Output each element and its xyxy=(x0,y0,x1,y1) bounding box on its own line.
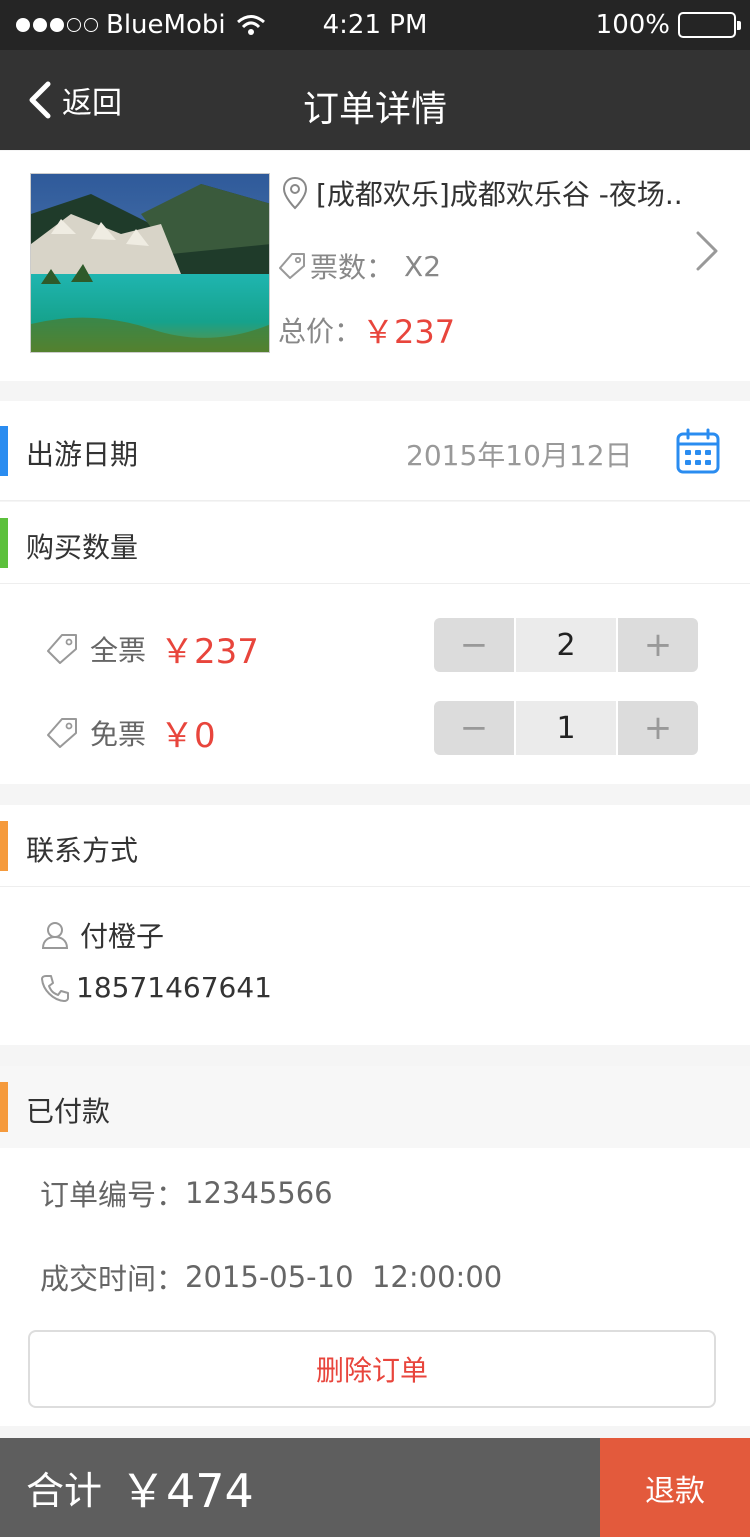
product-card[interactable]: [成都欢乐]成都欢乐谷 -夜场... 票数： X2 总价： ￥237 xyxy=(0,151,750,381)
tickets-label: 票数： xyxy=(310,251,395,284)
section-marker xyxy=(0,1082,8,1132)
deal-time-row: 成交时间： 2015-05-10 12:00:00 xyxy=(40,1256,502,1298)
quantity-list: 全票 ￥237 − 2 + 免票 ￥0 − 1 + xyxy=(0,584,750,784)
product-image xyxy=(30,173,270,353)
trip-date-label: 出游日期 xyxy=(26,438,139,471)
bottom-bar: 合计 ￥474 退款 xyxy=(0,1438,750,1537)
ticket-type-price: ￥237 xyxy=(160,632,259,672)
page-title: 订单详情 xyxy=(302,89,447,130)
section-marker xyxy=(0,426,8,476)
refund-button[interactable]: 退款 xyxy=(600,1438,750,1537)
contact-phone: 18571467641 xyxy=(76,971,272,1004)
grand-total-value: ￥474 xyxy=(120,1463,254,1518)
user-icon xyxy=(41,922,69,949)
order-number-label: 订单编号： xyxy=(40,1178,186,1212)
payment-status-label: 已付款 xyxy=(26,1095,111,1128)
tag-icon xyxy=(47,717,77,748)
trip-date-row[interactable]: 出游日期 2015年10月12日 xyxy=(0,401,750,501)
total-price-value: ￥237 xyxy=(362,313,456,351)
total-bar: 合计 ￥474 xyxy=(0,1438,600,1537)
ticket-type-name: 免票 xyxy=(90,717,147,751)
quantity-stepper[interactable]: − 1 + xyxy=(434,701,698,755)
section-marker xyxy=(0,518,8,568)
total-price-label: 总价： xyxy=(278,315,363,348)
deal-time-label: 成交时间： xyxy=(40,1262,186,1296)
quantity-value[interactable]: 1 xyxy=(516,701,616,755)
order-number-value: 12345566 xyxy=(185,1176,333,1210)
deal-time-value: 2015-05-10 12:00:00 xyxy=(185,1260,503,1294)
phone-icon xyxy=(41,974,69,1002)
contact-label: 联系方式 xyxy=(26,834,139,867)
contact-name-row: 付橙子 xyxy=(40,915,164,955)
ticket-type-price: ￥0 xyxy=(160,716,216,756)
payment-header: 已付款 xyxy=(0,1066,750,1148)
calendar-icon[interactable] xyxy=(676,428,720,474)
battery-percent: 100% xyxy=(595,10,670,40)
trip-date-value: 2015年10月12日 xyxy=(406,439,633,472)
decrement-button[interactable]: − xyxy=(434,618,514,672)
ticket-count-row: 票数： X2 xyxy=(278,246,441,286)
ticket-type-row: 全票 ￥237 xyxy=(46,624,259,673)
chevron-right-icon xyxy=(696,231,718,271)
contact-phone-row: 18571467641 xyxy=(40,971,272,1004)
quantity-value[interactable]: 2 xyxy=(516,618,616,672)
quantity-label: 购买数量 xyxy=(26,531,139,564)
contact-info: 付橙子 18571467641 xyxy=(0,887,750,1045)
decrement-button[interactable]: − xyxy=(434,701,514,755)
status-bar: BlueMobi 4:21 PM 100% xyxy=(0,0,750,50)
battery-icon xyxy=(678,12,741,38)
quantity-header: 购买数量 xyxy=(0,502,750,584)
delete-order-button[interactable]: 删除订单 xyxy=(28,1330,716,1408)
product-name: [成都欢乐]成都欢乐谷 -夜场... xyxy=(316,178,682,211)
grand-total-label: 合计 xyxy=(26,1469,103,1513)
increment-button[interactable]: + xyxy=(618,618,698,672)
increment-button[interactable]: + xyxy=(618,701,698,755)
section-marker xyxy=(0,821,8,871)
contact-name: 付橙子 xyxy=(80,920,165,953)
order-number-row: 订单编号： 12345566 xyxy=(40,1172,333,1214)
product-name-row: [成都欢乐]成都欢乐谷 -夜场... xyxy=(282,173,682,213)
nav-bar: 返回 订单详情 xyxy=(0,50,750,150)
total-price-row: 总价： ￥237 xyxy=(278,307,455,353)
tag-icon xyxy=(279,253,305,279)
order-info: 订单编号： 12345566 成交时间： 2015-05-10 12:00:00… xyxy=(0,1148,750,1426)
ticket-type-name: 全票 xyxy=(90,633,147,667)
tickets-value: X2 xyxy=(404,249,442,283)
location-pin-icon xyxy=(282,176,308,210)
quantity-stepper[interactable]: − 2 + xyxy=(434,618,698,672)
contact-header: 联系方式 xyxy=(0,805,750,887)
ticket-type-row: 免票 ￥0 xyxy=(46,708,216,757)
battery-indicator: 100% xyxy=(595,10,741,40)
tag-icon xyxy=(47,633,77,664)
